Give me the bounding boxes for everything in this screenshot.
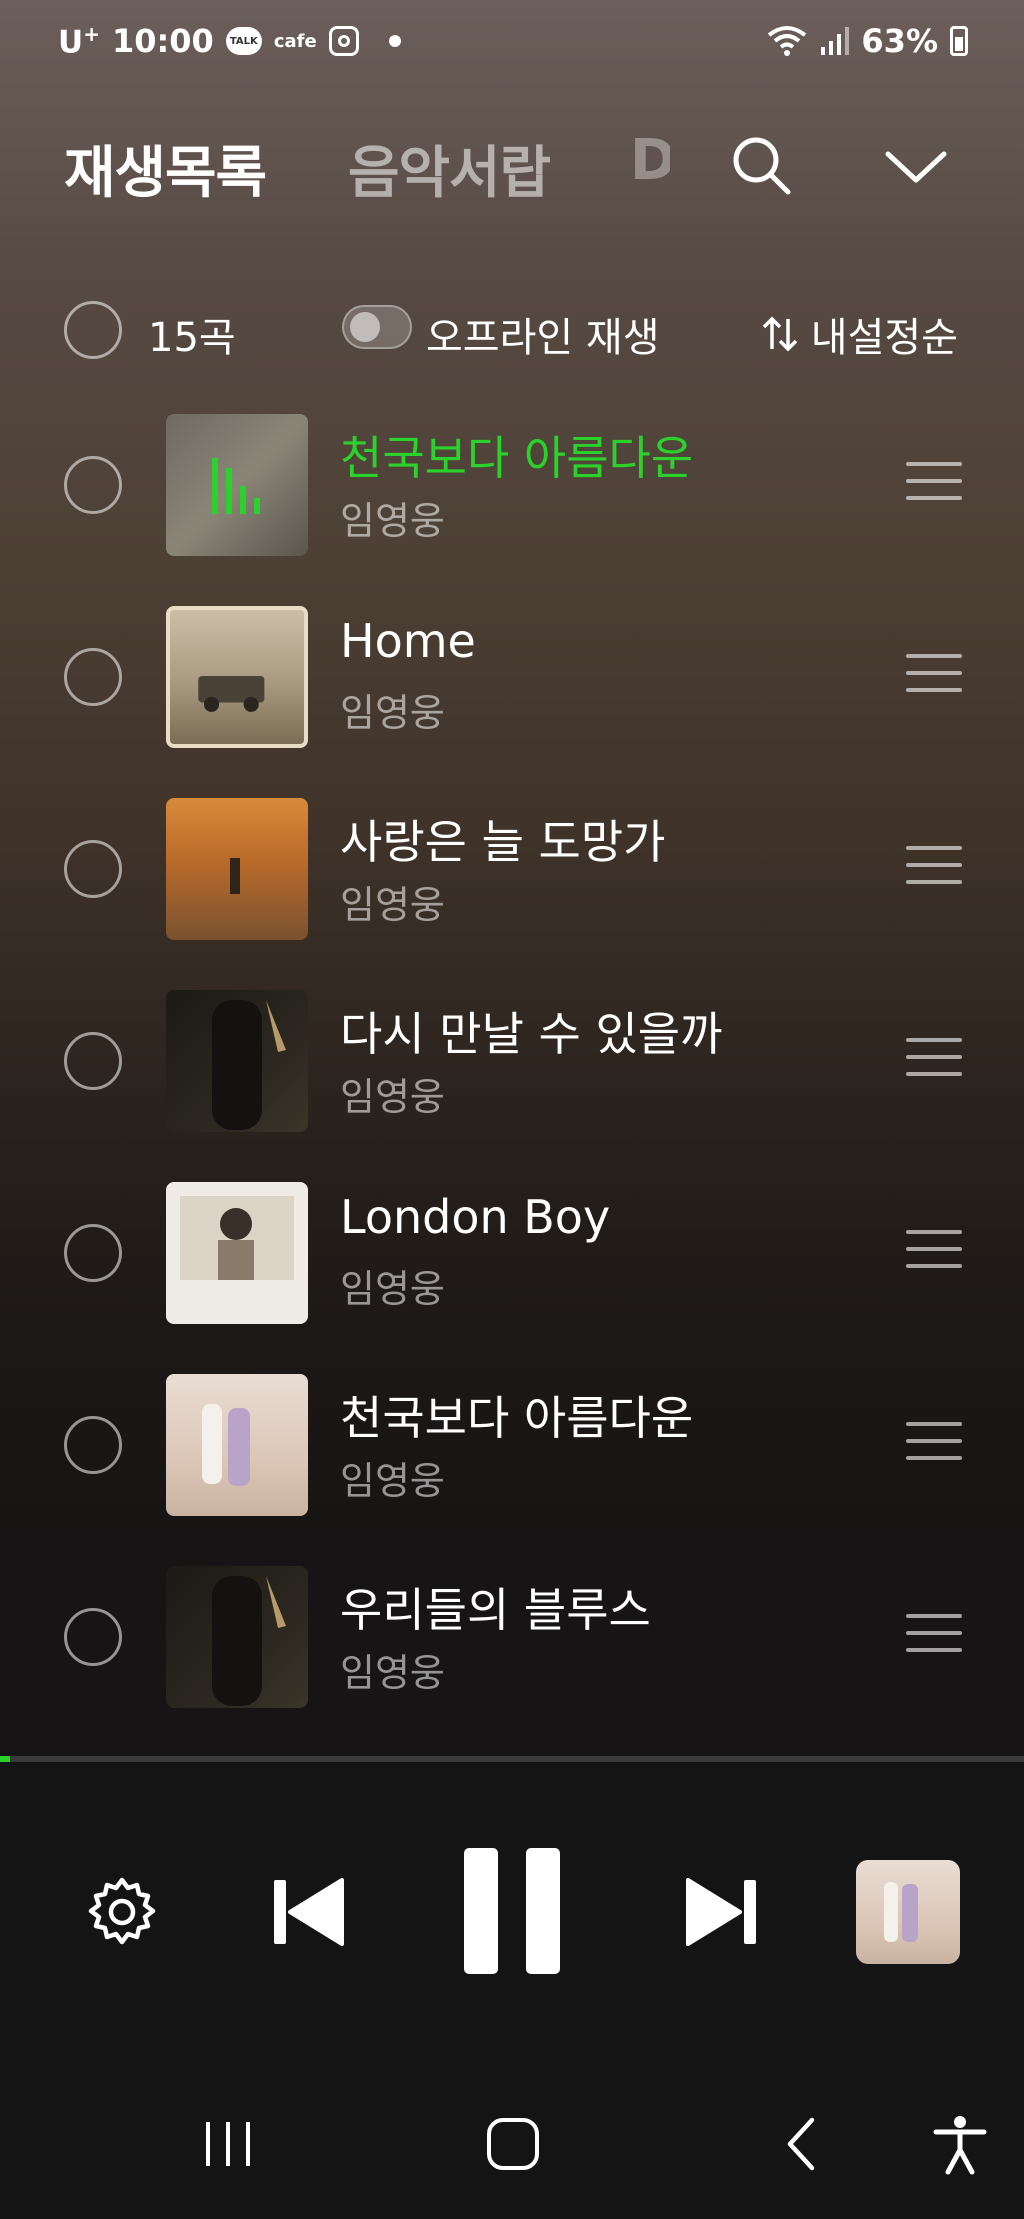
offline-toggle[interactable]: [342, 305, 412, 349]
equalizer-icon: [212, 458, 260, 514]
offline-label: 오프라인 재생: [426, 315, 660, 361]
tab-music-drawer[interactable]: 음악서랍: [348, 128, 551, 209]
recent-apps-icon[interactable]: [196, 2112, 260, 2176]
album-art: [166, 414, 308, 556]
track-title: London Boy: [340, 1190, 611, 1244]
wifi-icon: [768, 26, 807, 56]
header: 재생목록 음악서랍 D: [0, 120, 1024, 210]
list-item[interactable]: 천국보다 아름다운 임영웅: [0, 1360, 1024, 1552]
signal-icon: [821, 27, 850, 55]
mini-player: [0, 1762, 1024, 2062]
album-art: [166, 1374, 308, 1516]
tab-playlist[interactable]: 재생목록: [64, 128, 267, 209]
track-checkbox[interactable]: [64, 1032, 122, 1090]
gear-icon[interactable]: [82, 1872, 162, 1952]
sort-icon: [762, 316, 798, 352]
track-artist: 임영웅: [340, 883, 445, 927]
status-bar: U+ 10:00 TALK cafe 63%: [0, 0, 1024, 84]
track-artist: 임영웅: [340, 1267, 445, 1311]
album-art: [166, 798, 308, 940]
sort-label: 내설정순: [810, 315, 958, 361]
drag-handle-icon[interactable]: [906, 1038, 962, 1078]
notification-dot-icon: [388, 35, 401, 48]
album-art: [166, 990, 308, 1132]
track-checkbox[interactable]: [64, 648, 122, 706]
previous-track-icon[interactable]: [268, 1872, 348, 1952]
tab-more[interactable]: D: [630, 128, 670, 193]
album-art: [166, 606, 308, 748]
drag-handle-icon[interactable]: [906, 846, 962, 886]
track-title: 다시 만날 수 있을까: [340, 1007, 723, 1061]
track-title: Home: [340, 614, 476, 668]
drag-handle-icon[interactable]: [906, 462, 962, 502]
track-checkbox[interactable]: [64, 456, 122, 514]
track-title: 사랑은 늘 도망가: [340, 815, 666, 869]
back-icon[interactable]: [770, 2112, 834, 2176]
list-item[interactable]: 천국보다 아름다운 임영웅: [0, 400, 1024, 592]
list-item[interactable]: Home 임영웅: [0, 592, 1024, 784]
track-title: 천국보다 아름다운: [340, 431, 694, 485]
search-icon[interactable]: [726, 130, 798, 202]
track-artist: 임영웅: [340, 1459, 445, 1503]
track-checkbox[interactable]: [64, 840, 122, 898]
album-art: [166, 1566, 308, 1708]
carrier-label: U+: [58, 22, 100, 61]
track-checkbox[interactable]: [64, 1608, 122, 1666]
track-list: 천국보다 아름다운 임영웅 Home 임영웅 사랑은 늘 도망가 임영웅 다시 …: [0, 400, 1024, 1744]
home-icon[interactable]: [481, 2112, 545, 2176]
drag-handle-icon[interactable]: [906, 654, 962, 694]
drag-handle-icon[interactable]: [906, 1614, 962, 1654]
track-artist: 임영웅: [340, 1075, 445, 1119]
track-title: 우리들의 블루스: [340, 1583, 651, 1637]
next-track-icon[interactable]: [682, 1872, 762, 1952]
drag-handle-icon[interactable]: [906, 1422, 962, 1462]
list-item[interactable]: 다시 만날 수 있을까 임영웅: [0, 976, 1024, 1168]
battery-icon: [950, 26, 968, 56]
list-item[interactable]: 우리들의 블루스 임영웅: [0, 1552, 1024, 1744]
track-artist: 임영웅: [340, 691, 445, 735]
accessibility-icon[interactable]: [928, 2112, 992, 2176]
track-checkbox[interactable]: [64, 1416, 122, 1474]
battery-percent: 63%: [861, 22, 938, 60]
clock: 10:00: [111, 22, 214, 61]
track-title: 천국보다 아름다운: [340, 1391, 694, 1445]
drag-handle-icon[interactable]: [906, 1230, 962, 1270]
list-item[interactable]: 사랑은 늘 도망가 임영웅: [0, 784, 1024, 976]
album-art: [166, 1182, 308, 1324]
now-playing-album-art[interactable]: [856, 1860, 960, 1964]
track-count: 15곡: [148, 315, 236, 361]
list-toolbar: 15곡 오프라인 재생 내설정순: [0, 295, 1024, 365]
sort-button[interactable]: 내설정순: [759, 305, 958, 363]
list-item[interactable]: London Boy 임영웅: [0, 1168, 1024, 1360]
kakaotalk-icon: TALK: [225, 27, 262, 56]
track-checkbox[interactable]: [64, 1224, 122, 1282]
chevron-down-icon[interactable]: [880, 130, 952, 202]
system-nav-bar: [0, 2062, 1024, 2219]
select-all-checkbox[interactable]: [64, 301, 122, 359]
instagram-icon: [328, 26, 359, 57]
cafe-icon: cafe: [273, 30, 317, 52]
pause-icon[interactable]: [460, 1846, 564, 1976]
track-artist: 임영웅: [340, 1651, 445, 1695]
track-artist: 임영웅: [340, 499, 445, 543]
